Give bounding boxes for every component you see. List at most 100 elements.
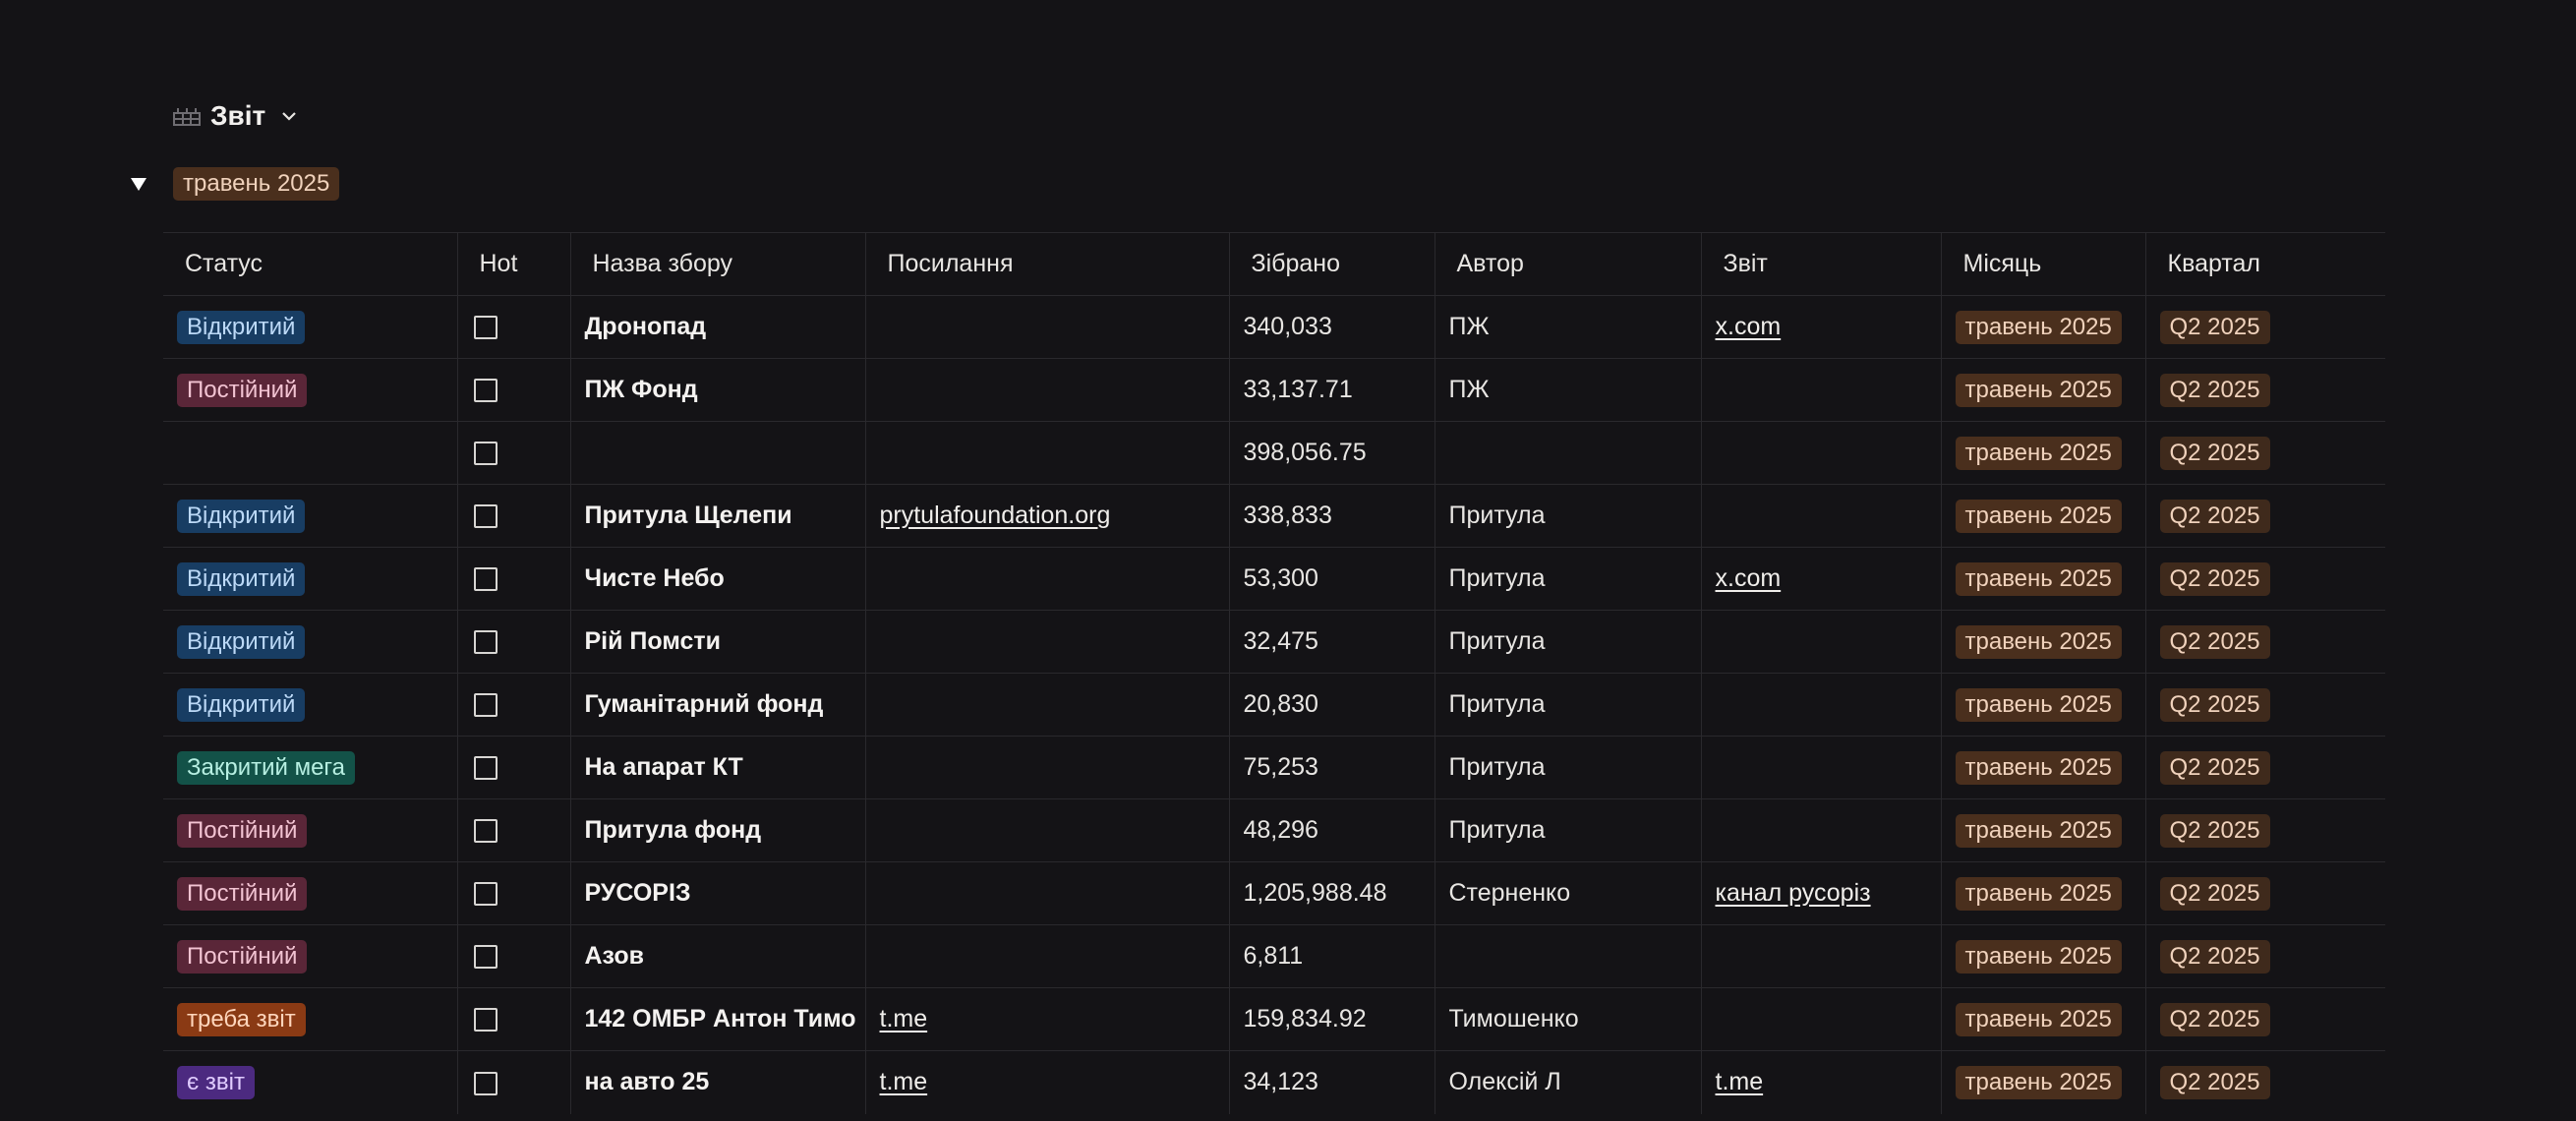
month-cell[interactable]: травень 2025 xyxy=(1941,1050,2146,1114)
hot-checkbox[interactable] xyxy=(473,882,498,907)
author-cell[interactable]: Притула xyxy=(1434,736,1702,799)
link-cell[interactable] xyxy=(865,295,1230,359)
report-cell[interactable]: x.com xyxy=(1701,547,1942,611)
month-cell[interactable]: травень 2025 xyxy=(1941,358,2146,422)
hot-cell[interactable] xyxy=(457,924,571,988)
author-cell[interactable]: Притула xyxy=(1434,484,1702,548)
collected-cell[interactable]: 159,834.92 xyxy=(1229,987,1435,1051)
name-cell[interactable]: Рій Помсти xyxy=(570,610,866,674)
status-cell[interactable]: Відкритий xyxy=(163,673,458,737)
name-cell[interactable]: Гуманітарний фонд xyxy=(570,673,866,737)
column-header-author[interactable]: Автор xyxy=(1434,232,1702,296)
hot-checkbox[interactable] xyxy=(473,756,498,781)
link-cell[interactable] xyxy=(865,421,1230,485)
column-header-name[interactable]: Назва збору xyxy=(570,232,866,296)
status-cell[interactable]: Відкритий xyxy=(163,610,458,674)
report-cell[interactable] xyxy=(1701,358,1942,422)
name-cell[interactable]: на авто 25 xyxy=(570,1050,866,1114)
hot-checkbox[interactable] xyxy=(473,693,498,718)
status-cell[interactable]: Відкритий xyxy=(163,295,458,359)
hot-cell[interactable] xyxy=(457,358,571,422)
link-cell[interactable] xyxy=(865,736,1230,799)
link-cell[interactable] xyxy=(865,798,1230,862)
collected-cell[interactable]: 33,137.71 xyxy=(1229,358,1435,422)
table-row[interactable]: Відкритий Притула Щелепи prytulafoundation… xyxy=(163,484,2385,548)
link-cell[interactable] xyxy=(865,673,1230,737)
month-cell[interactable]: травень 2025 xyxy=(1941,547,2146,611)
column-header-hot[interactable]: Hot xyxy=(457,232,571,296)
view-header[interactable]: Звіт xyxy=(173,100,299,132)
link-cell[interactable]: prytulafoundation.org xyxy=(865,484,1230,548)
name-cell[interactable]: На апарат КТ xyxy=(570,736,866,799)
name-cell[interactable]: 142 ОМБР Антон Тимо xyxy=(570,987,866,1051)
link-url[interactable]: t.me xyxy=(880,1068,928,1095)
quarter-cell[interactable]: Q2 2025 xyxy=(2145,547,2385,611)
month-cell[interactable]: травень 2025 xyxy=(1941,484,2146,548)
name-cell[interactable]: ПЖ Фонд xyxy=(570,358,866,422)
table-row[interactable]: Відкритий Дронопад 340,033 ПЖ x.com травень 2… xyxy=(163,295,2385,359)
report-link[interactable]: канал русоріз xyxy=(1716,879,1871,907)
column-header-collected[interactable]: Зібрано xyxy=(1229,232,1435,296)
report-cell[interactable] xyxy=(1701,421,1942,485)
quarter-cell[interactable]: Q2 2025 xyxy=(2145,295,2385,359)
link-cell[interactable]: t.me xyxy=(865,987,1230,1051)
quarter-cell[interactable]: Q2 2025 xyxy=(2145,798,2385,862)
report-link[interactable]: t.me xyxy=(1716,1068,1764,1095)
quarter-cell[interactable]: Q2 2025 xyxy=(2145,421,2385,485)
report-link[interactable]: x.com xyxy=(1716,313,1782,340)
month-cell[interactable]: травень 2025 xyxy=(1941,987,2146,1051)
status-cell[interactable]: Відкритий xyxy=(163,547,458,611)
collapse-triangle-icon[interactable] xyxy=(126,171,151,197)
table-row[interactable]: Закритий мега На апарат КТ 75,253 Притула тр… xyxy=(163,736,2385,799)
collected-cell[interactable]: 398,056.75 xyxy=(1229,421,1435,485)
report-cell[interactable]: t.me xyxy=(1701,1050,1942,1114)
report-cell[interactable] xyxy=(1701,484,1942,548)
report-cell[interactable] xyxy=(1701,924,1942,988)
report-cell[interactable] xyxy=(1701,673,1942,737)
table-row[interactable]: 398,056.75 травень 2025 Q2 2025 xyxy=(163,421,2385,485)
status-cell[interactable] xyxy=(163,421,458,485)
hot-cell[interactable] xyxy=(457,421,571,485)
author-cell[interactable]: ПЖ xyxy=(1434,358,1702,422)
author-cell[interactable]: Притула xyxy=(1434,798,1702,862)
table-row[interactable]: Постійний Притула фонд 48,296 Притула травен… xyxy=(163,798,2385,862)
report-cell[interactable] xyxy=(1701,610,1942,674)
hot-cell[interactable] xyxy=(457,736,571,799)
month-cell[interactable]: травень 2025 xyxy=(1941,736,2146,799)
author-cell[interactable]: Тимошенко xyxy=(1434,987,1702,1051)
link-url[interactable]: t.me xyxy=(880,1005,928,1032)
hot-cell[interactable] xyxy=(457,484,571,548)
author-cell[interactable] xyxy=(1434,421,1702,485)
table-row[interactable]: Постійний РУСОРІЗ 1,205,988.48 Стерненко кан… xyxy=(163,861,2385,925)
status-cell[interactable]: Постійний xyxy=(163,861,458,925)
table-row[interactable]: Відкритий Чисте Небо 53,300 Притула x.com тра… xyxy=(163,547,2385,611)
link-cell[interactable]: t.me xyxy=(865,1050,1230,1114)
collected-cell[interactable]: 34,123 xyxy=(1229,1050,1435,1114)
hot-checkbox[interactable] xyxy=(473,442,498,466)
hot-cell[interactable] xyxy=(457,798,571,862)
month-cell[interactable]: травень 2025 xyxy=(1941,421,2146,485)
collected-cell[interactable]: 32,475 xyxy=(1229,610,1435,674)
table-row[interactable]: Постійний Азов 6,811 травень 2025 Q2 2025 xyxy=(163,924,2385,988)
link-cell[interactable] xyxy=(865,547,1230,611)
hot-cell[interactable] xyxy=(457,861,571,925)
quarter-cell[interactable]: Q2 2025 xyxy=(2145,484,2385,548)
report-cell[interactable] xyxy=(1701,798,1942,862)
author-cell[interactable]: Притула xyxy=(1434,547,1702,611)
hot-cell[interactable] xyxy=(457,673,571,737)
name-cell[interactable]: Дронопад xyxy=(570,295,866,359)
hot-cell[interactable] xyxy=(457,295,571,359)
month-cell[interactable]: травень 2025 xyxy=(1941,861,2146,925)
link-cell[interactable] xyxy=(865,358,1230,422)
link-cell[interactable] xyxy=(865,861,1230,925)
hot-checkbox[interactable] xyxy=(473,1071,498,1095)
column-header-quarter[interactable]: Квартал xyxy=(2145,232,2385,296)
collected-cell[interactable]: 53,300 xyxy=(1229,547,1435,611)
month-cell[interactable]: травень 2025 xyxy=(1941,673,2146,737)
collected-cell[interactable]: 75,253 xyxy=(1229,736,1435,799)
name-cell[interactable] xyxy=(570,421,866,485)
hot-checkbox[interactable] xyxy=(473,316,498,340)
link-cell[interactable] xyxy=(865,610,1230,674)
collected-cell[interactable]: 340,033 xyxy=(1229,295,1435,359)
name-cell[interactable]: Притула фонд xyxy=(570,798,866,862)
